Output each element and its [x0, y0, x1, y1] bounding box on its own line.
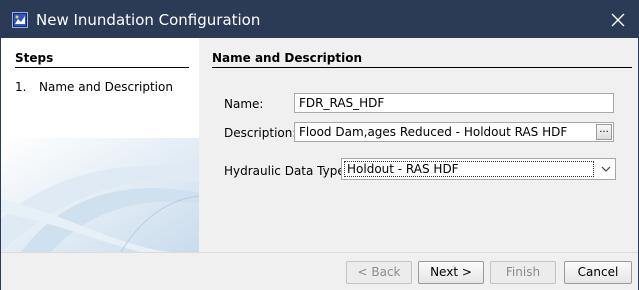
description-field[interactable]: Flood Dam,ages Reduced - Holdout RAS HDF: [294, 122, 614, 142]
step-label: Name and Description: [39, 80, 173, 94]
map-icon: [12, 12, 28, 28]
name-field[interactable]: FDR_RAS_HDF: [294, 93, 614, 113]
name-label: Name:: [224, 97, 264, 111]
hydraulic-data-type-label: Hydraulic Data Type:: [224, 164, 349, 178]
next-button[interactable]: Next >: [418, 261, 484, 284]
window-title: New Inundation Configuration: [36, 11, 261, 29]
decorative-swoosh-graphic: [1, 138, 199, 252]
cancel-button[interactable]: Cancel: [564, 261, 632, 284]
step-number: 1.: [15, 80, 27, 94]
button-bar: < Back Next > Finish Cancel: [1, 252, 638, 290]
close-icon[interactable]: [603, 5, 633, 35]
hydraulic-data-type-value: Holdout - RAS HDF: [344, 161, 594, 177]
main-panel: Name and Description Name: FDR_RAS_HDF D…: [200, 38, 638, 252]
hydraulic-data-type-select[interactable]: Holdout - RAS HDF: [341, 158, 616, 180]
finish-button[interactable]: Finish: [490, 261, 556, 284]
section-divider: [212, 67, 632, 68]
dialog-window: New Inundation Configuration Steps 1. Nam…: [0, 0, 639, 290]
steps-divider: [15, 67, 189, 68]
back-button[interactable]: < Back: [346, 261, 412, 284]
description-browse-button[interactable]: ...: [596, 124, 612, 140]
description-label: Description:: [224, 126, 297, 140]
title-bar: New Inundation Configuration: [1, 1, 638, 38]
steps-panel: Steps 1. Name and Description: [1, 38, 199, 252]
steps-header: Steps: [15, 51, 54, 65]
chevron-down-icon: [601, 166, 611, 172]
section-title: Name and Description: [212, 51, 362, 65]
step-item-name-description: 1. Name and Description: [15, 80, 173, 94]
